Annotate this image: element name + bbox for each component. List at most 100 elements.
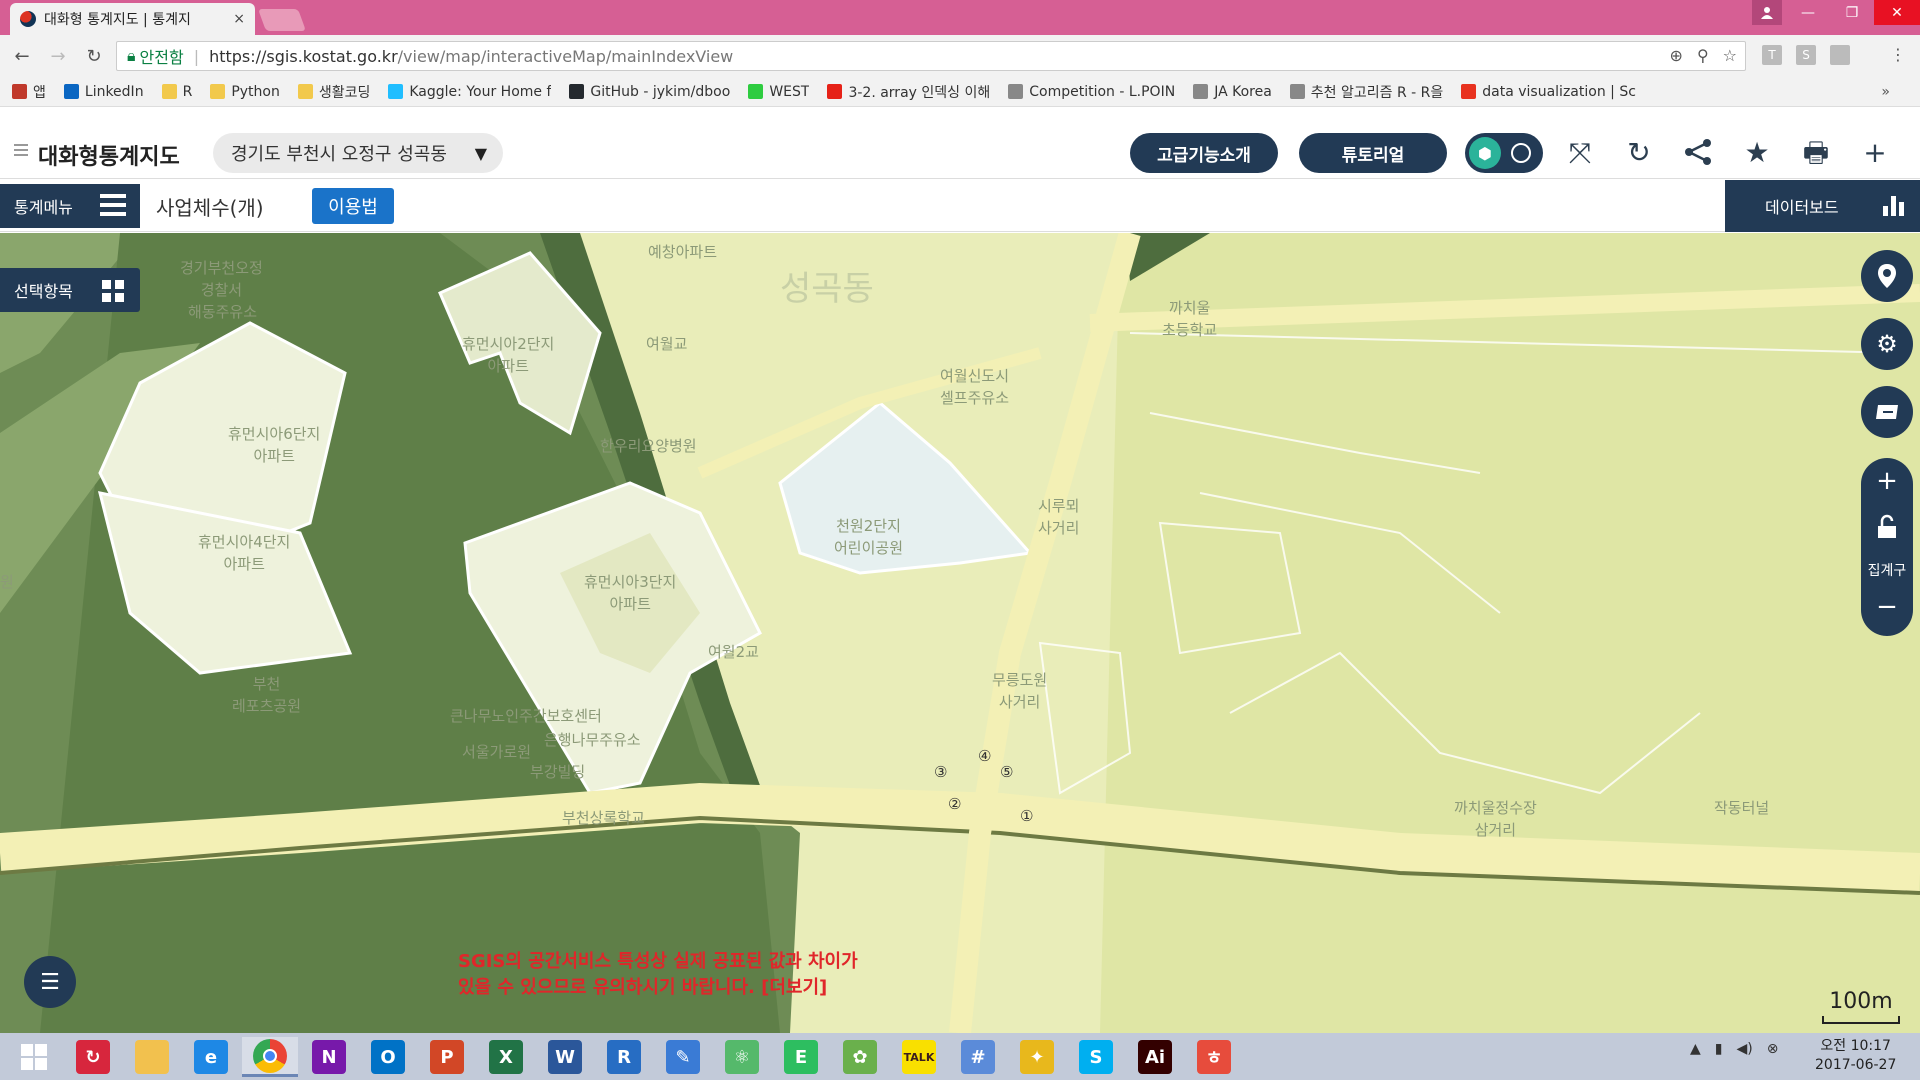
bookmark-item[interactable]: GitHub - jykim/dboo bbox=[569, 84, 730, 100]
unlock-icon[interactable] bbox=[1861, 514, 1913, 544]
word-icon-glyph: W bbox=[548, 1040, 582, 1074]
map-scale: 100m bbox=[1822, 989, 1900, 1024]
selected-items-label: 선택항목 bbox=[14, 282, 73, 301]
illustrator-icon[interactable]: Ai bbox=[1127, 1037, 1183, 1077]
bookmark-item[interactable]: 생활코딩 bbox=[297, 82, 370, 102]
onenote-icon[interactable]: N bbox=[301, 1037, 357, 1077]
aggregate-area-label[interactable]: 집계구 bbox=[1861, 560, 1913, 580]
bookmark-item[interactable]: Kaggle: Your Home f bbox=[388, 84, 551, 100]
layers-icon[interactable] bbox=[1861, 386, 1913, 438]
map-canvas[interactable]: 경기부천오정 경찰서 해동주유소 예창아파트 성곡동 까치울 초등학교 휴먼시아… bbox=[0, 233, 1920, 1033]
bookmark-item[interactable]: R bbox=[161, 84, 192, 100]
browser-menu-icon[interactable]: ⋮ bbox=[1890, 45, 1906, 64]
snipping-icon-glyph: # bbox=[961, 1040, 995, 1074]
notification-icon[interactable]: ⊗ bbox=[1767, 1041, 1779, 1057]
snipping-icon[interactable]: # bbox=[950, 1037, 1006, 1077]
zoom-icon[interactable]: ⚲ bbox=[1697, 46, 1709, 65]
add-icon[interactable]: + bbox=[1857, 137, 1893, 169]
address-bar[interactable]: 🔒︎ 안전함 | https://sgis.kostat.go.kr/view/… bbox=[116, 41, 1746, 71]
refresh-icon[interactable]: ↻ bbox=[1621, 137, 1657, 169]
sync-app-icon[interactable]: ↻ bbox=[65, 1037, 121, 1077]
bookmark-item[interactable]: 추천 알고리즘 R - R을 bbox=[1289, 82, 1443, 102]
map-label-hanwoori: 한우리요양병원 bbox=[600, 437, 697, 455]
bookmarks-more-icon[interactable]: » bbox=[1881, 84, 1890, 100]
chrome-icon[interactable] bbox=[242, 1037, 298, 1077]
bookmark-star-icon[interactable]: ☆ bbox=[1723, 46, 1737, 65]
system-tray: ▲ ▮ ◀) ⊗ bbox=[1690, 1041, 1778, 1057]
browser-tab-active[interactable]: 대화형 통계지도 | 통계지 × bbox=[10, 3, 255, 35]
bar-chart-icon bbox=[1883, 196, 1904, 216]
stat-menu-button[interactable]: 통계메뉴 bbox=[0, 184, 140, 228]
bookmark-item[interactable]: 앱 bbox=[12, 82, 46, 102]
data-board-button[interactable]: 데이터보드 bbox=[1725, 180, 1920, 232]
bookmark-item[interactable]: JA Korea bbox=[1193, 84, 1272, 100]
tab-close-icon[interactable]: × bbox=[233, 11, 245, 27]
location-target-icon[interactable]: ⊕ bbox=[1670, 46, 1683, 65]
puzzle-icon[interactable]: ✦ bbox=[1009, 1037, 1065, 1077]
atom-icon-glyph: ⚛ bbox=[725, 1040, 759, 1074]
evernote-icon[interactable]: E bbox=[773, 1037, 829, 1077]
bookmark-icon bbox=[748, 84, 764, 99]
notepad-icon[interactable]: ✎ bbox=[655, 1037, 711, 1077]
bookmark-icon bbox=[1193, 84, 1209, 99]
bookmark-item[interactable]: data visualization | Sc bbox=[1461, 84, 1636, 100]
skype-icon[interactable]: S bbox=[1068, 1037, 1124, 1077]
hanword-icon[interactable]: ㅎ bbox=[1186, 1037, 1242, 1077]
sub-header: 통계메뉴 사업체수(개) 이용법 데이터보드 bbox=[0, 180, 1920, 232]
print-icon[interactable]: 🖶︎ bbox=[1798, 137, 1834, 169]
collapse-icon[interactable]: ⤧ bbox=[1562, 137, 1598, 169]
map-label-sijang: 시루뫼 사거리 bbox=[1038, 497, 1080, 537]
r-icon[interactable]: R bbox=[596, 1037, 652, 1077]
map-label-humen6: 휴먼시아6단지 아파트 bbox=[228, 425, 321, 465]
bookmark-item[interactable]: WEST bbox=[748, 84, 809, 100]
back-button[interactable]: ← bbox=[8, 46, 36, 67]
road-marker-2: ② bbox=[948, 795, 962, 813]
road-marker-1: ① bbox=[1020, 807, 1034, 825]
close-window-button[interactable]: ✕ bbox=[1874, 0, 1920, 25]
extension-grid-icon[interactable] bbox=[1830, 45, 1850, 65]
zoom-in-button[interactable]: + bbox=[1861, 466, 1913, 496]
bookmark-item[interactable]: 3-2. array 인덱싱 이해 bbox=[827, 82, 990, 102]
excel-icon[interactable]: X bbox=[478, 1037, 534, 1077]
usage-button[interactable]: 이용법 bbox=[312, 188, 394, 224]
outlook-icon[interactable]: O bbox=[360, 1037, 416, 1077]
new-tab-button[interactable] bbox=[257, 9, 307, 31]
kakaotalk-icon[interactable]: TALK bbox=[891, 1037, 947, 1077]
reload-button[interactable]: ↻ bbox=[80, 46, 108, 67]
road-marker-5: ⑤ bbox=[1000, 763, 1014, 781]
selected-items-button[interactable]: 선택항목 bbox=[0, 268, 140, 312]
bookmark-item[interactable]: Competition - L.POIN bbox=[1008, 84, 1175, 100]
bookmark-item[interactable]: LinkedIn bbox=[63, 84, 144, 100]
minimize-button[interactable]: — bbox=[1786, 0, 1830, 25]
system-clock[interactable]: 오전 10:17 2017-06-27 bbox=[1815, 1037, 1896, 1075]
tray-expand-icon[interactable]: ▲ bbox=[1690, 1041, 1701, 1057]
clock-date: 2017-06-27 bbox=[1815, 1057, 1897, 1073]
volume-icon[interactable]: ◀) bbox=[1737, 1041, 1753, 1057]
favorite-star-icon[interactable]: ★ bbox=[1739, 137, 1775, 169]
settings-gear-icon[interactable]: ⚙ bbox=[1861, 318, 1913, 370]
map-disclaimer[interactable]: SGIS의 공간서비스 특성상 실제 공표된 값과 차이가 있을 수 있으므로 … bbox=[458, 949, 858, 1001]
file-explorer-icon[interactable] bbox=[124, 1037, 180, 1077]
legend-list-icon[interactable]: ☰ bbox=[24, 956, 76, 1008]
region-selector[interactable]: 경기도 부천시 오정구 성곡동 ▼ bbox=[213, 133, 503, 173]
zoom-out-button[interactable]: − bbox=[1861, 592, 1913, 622]
atom-icon[interactable]: ⚛ bbox=[714, 1037, 770, 1077]
advanced-features-button[interactable]: 고급기능소개 bbox=[1130, 133, 1278, 173]
bookmark-item[interactable]: Python bbox=[210, 84, 280, 100]
map-mode-toggle[interactable]: ⬢ bbox=[1465, 133, 1543, 173]
start-icon[interactable] bbox=[6, 1037, 62, 1077]
extension-t-icon[interactable]: T bbox=[1762, 45, 1782, 65]
location-pin-icon[interactable] bbox=[1861, 250, 1913, 302]
maximize-button[interactable]: ❐ bbox=[1830, 0, 1874, 25]
battery-icon[interactable]: ▮ bbox=[1715, 1041, 1723, 1057]
share-icon[interactable] bbox=[1680, 137, 1716, 174]
powerpoint-icon[interactable]: P bbox=[419, 1037, 475, 1077]
tutorial-button[interactable]: 튜토리얼 bbox=[1299, 133, 1447, 173]
user-profile-icon[interactable] bbox=[1752, 0, 1782, 25]
paint-icon[interactable]: ✿ bbox=[832, 1037, 888, 1077]
internet-explorer-icon[interactable]: e bbox=[183, 1037, 239, 1077]
extension-s-icon[interactable]: S bbox=[1796, 45, 1816, 65]
app-menu-icon[interactable] bbox=[14, 144, 28, 158]
word-icon[interactable]: W bbox=[537, 1037, 593, 1077]
forward-button[interactable]: → bbox=[44, 46, 72, 67]
